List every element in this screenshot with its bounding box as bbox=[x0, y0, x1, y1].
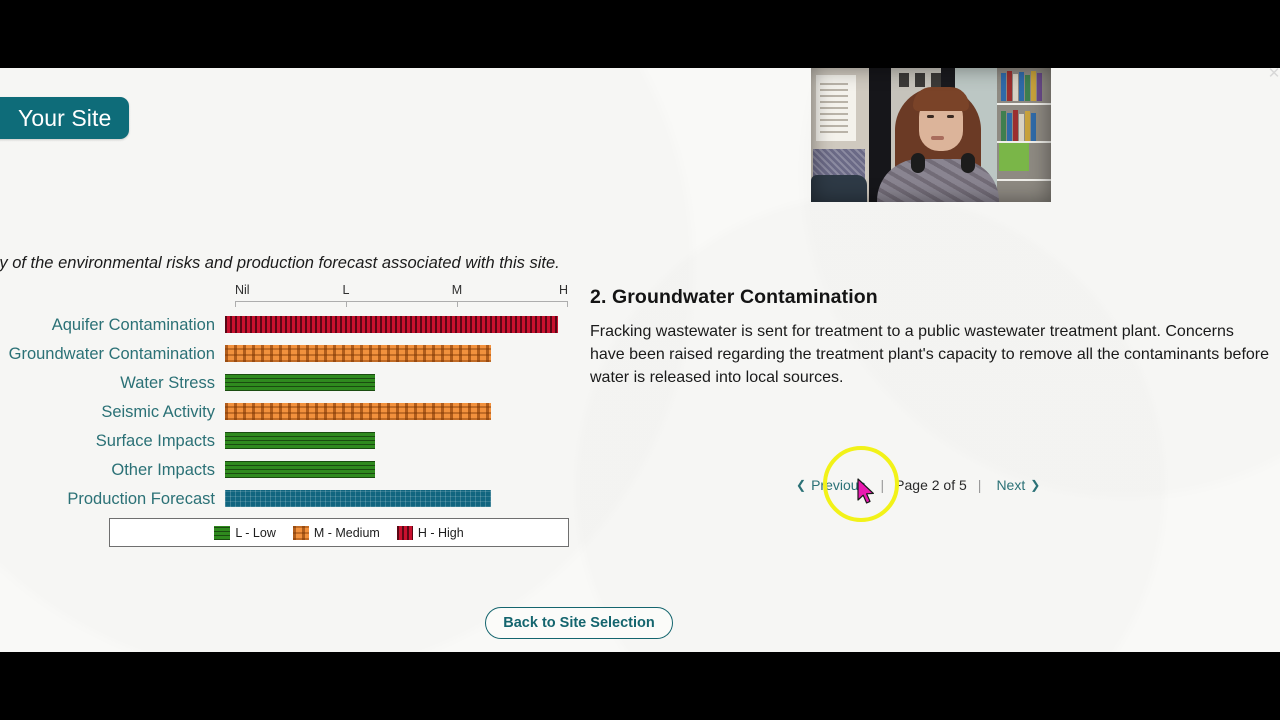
next-page-label: Next bbox=[996, 477, 1026, 493]
chart-row: Surface Impacts bbox=[0, 427, 580, 456]
previous-page-link[interactable]: ❮ Previous bbox=[790, 475, 872, 495]
legend-label: H - High bbox=[417, 525, 464, 540]
intro-text: Below is a summary of the environmental … bbox=[0, 254, 560, 272]
letterbox-top bbox=[0, 0, 1280, 68]
legend-label: M - Medium bbox=[313, 525, 380, 540]
next-page-link[interactable]: Next ❯ bbox=[990, 475, 1046, 495]
previous-page-label: Previous bbox=[811, 477, 866, 493]
chart-legend: L - Low M - Medium H - High bbox=[109, 518, 569, 547]
chart-bar bbox=[225, 374, 375, 391]
chart-row-label: Other Impacts bbox=[111, 461, 215, 480]
letterbox-bottom bbox=[0, 652, 1280, 720]
chart-row: Aquifer Contamination bbox=[0, 311, 580, 340]
axis-tick-nil bbox=[235, 301, 236, 307]
chart-row: Groundwater Contamination bbox=[0, 340, 580, 369]
chart-row-label: Aquifer Contamination bbox=[51, 316, 215, 335]
screen: Your Site Below is a summary of the envi… bbox=[0, 0, 1280, 720]
chart-bar-track bbox=[225, 456, 570, 485]
axis-tick-label-l: L bbox=[342, 283, 350, 297]
axis-tick-label-h: H bbox=[558, 283, 568, 297]
axis-tick-h bbox=[567, 301, 568, 307]
chart-row-label: Groundwater Contamination bbox=[8, 345, 215, 364]
chart-row-label: Seismic Activity bbox=[101, 403, 215, 422]
legend-item: H - High bbox=[396, 525, 464, 540]
chart-bar bbox=[225, 316, 558, 333]
chart-row: Other Impacts bbox=[0, 456, 580, 485]
detail-heading: 2. Groundwater Contamination bbox=[590, 286, 878, 308]
chart-bar-track bbox=[225, 427, 570, 456]
back-to-site-selection-button[interactable]: Back to Site Selection bbox=[485, 607, 673, 639]
axis-tick-label-nil: Nil bbox=[235, 283, 250, 297]
chart-bar bbox=[225, 461, 375, 478]
chart-bar-track bbox=[225, 311, 570, 340]
legend-swatch-medium bbox=[292, 525, 309, 540]
chart-bar-track bbox=[225, 485, 570, 514]
chart-bar-track bbox=[225, 340, 570, 369]
chart-axis: Nil L M H bbox=[235, 283, 568, 309]
axis-tick-l bbox=[346, 301, 347, 307]
legend-swatch-low bbox=[214, 525, 231, 540]
legend-swatch-high bbox=[396, 525, 413, 540]
chart-bar bbox=[225, 345, 492, 362]
chart-row-label: Surface Impacts bbox=[95, 432, 215, 451]
chart-row: Water Stress bbox=[0, 369, 580, 398]
chevron-left-icon: ❮ bbox=[796, 478, 807, 492]
chart-row-label: Production Forecast bbox=[67, 490, 215, 509]
chart-bar bbox=[225, 432, 375, 449]
axis-line bbox=[235, 301, 568, 302]
legend-item: M - Medium bbox=[292, 525, 380, 540]
chart-bar bbox=[225, 403, 492, 420]
legend-item: L - Low bbox=[214, 525, 276, 540]
chart-bar bbox=[225, 490, 492, 507]
chart-row-label: Water Stress bbox=[120, 374, 215, 393]
legend-label: L - Low bbox=[235, 525, 276, 540]
axis-tick-label-m: M bbox=[451, 283, 463, 297]
close-icon[interactable]: ✕ bbox=[1266, 66, 1280, 82]
chart-row: Seismic Activity bbox=[0, 398, 580, 427]
detail-body: Fracking wastewater is sent for treatmen… bbox=[590, 323, 1270, 387]
presenter-webcam-overlay[interactable] bbox=[811, 67, 1051, 202]
pager-separator-left: | bbox=[880, 477, 885, 493]
your-site-tab[interactable]: Your Site bbox=[0, 97, 130, 139]
pager-separator-right: | bbox=[977, 477, 982, 493]
chart-bar-track bbox=[225, 398, 570, 427]
chevron-right-icon: ❯ bbox=[1030, 478, 1041, 492]
chart-row: Production Forecast bbox=[0, 485, 580, 514]
axis-tick-m bbox=[457, 301, 458, 307]
chart-bar-track bbox=[225, 369, 570, 398]
page-indicator: Page 2 of 5 bbox=[895, 477, 967, 493]
your-site-tab-label: Your Site bbox=[18, 104, 112, 131]
cam-vignette bbox=[811, 67, 1051, 202]
detail-panel: 2. Groundwater Contamination Fracking wa… bbox=[590, 286, 1270, 390]
slide-page: Your Site Below is a summary of the envi… bbox=[0, 68, 1280, 652]
pager: ❮ Previous | Page 2 of 5 | Next ❯ bbox=[790, 475, 1046, 495]
